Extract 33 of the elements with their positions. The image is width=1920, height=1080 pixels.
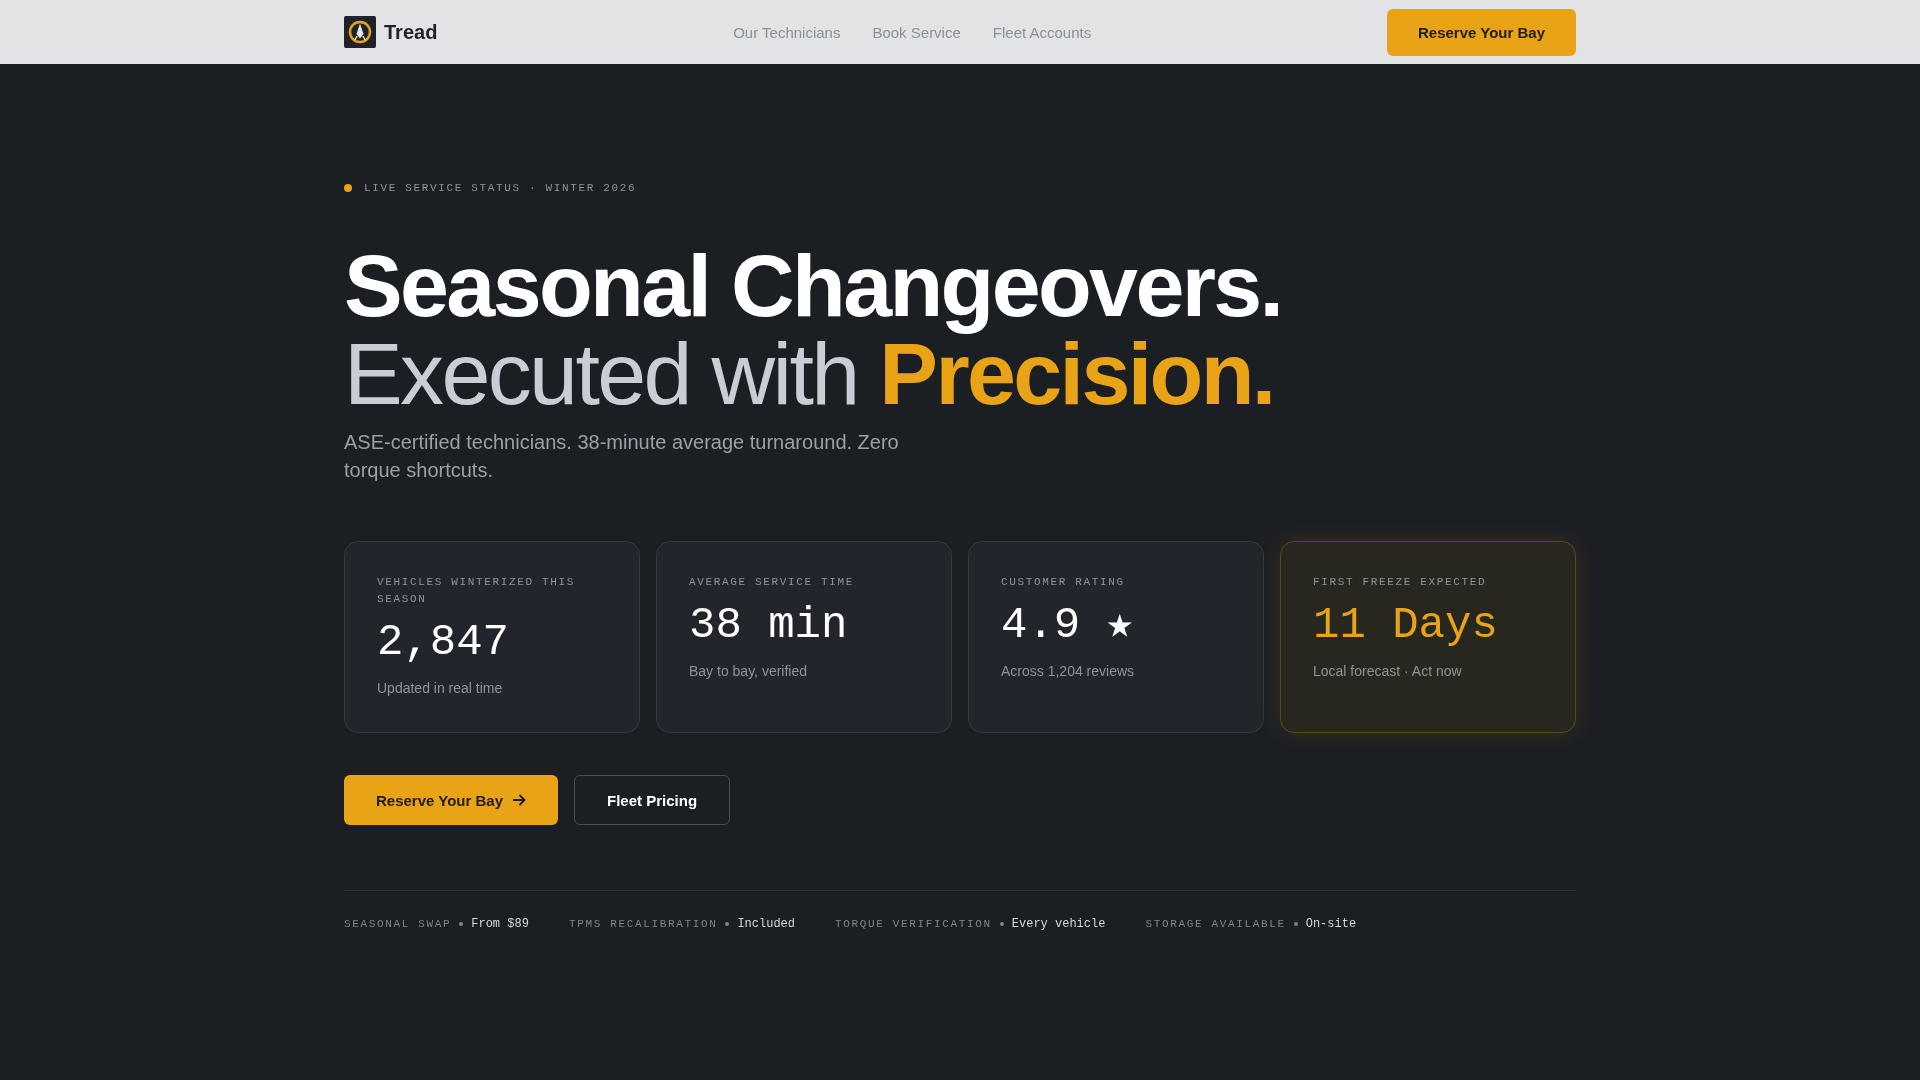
status-label: LIVE SERVICE STATUS · WINTER 2026 [364, 181, 637, 196]
feature-label: STORAGE AVAILABLE [1145, 917, 1286, 933]
dot-icon [1293, 922, 1298, 927]
stat-label: AVERAGE SERVICE TIME [689, 575, 856, 590]
feature-value: On-site [1305, 916, 1357, 933]
arrow-right-icon [513, 794, 527, 807]
stat-note: Bay to bay, verified [689, 662, 809, 682]
stat-value: 38 min [689, 601, 849, 650]
stat-value: 2,847 [377, 618, 511, 667]
feature-value: From $89 [471, 916, 529, 933]
brand-name: Tread [384, 20, 438, 44]
feature-label: TORQUE VERIFICATION [835, 917, 992, 933]
stat-note: Across 1,204 reviews [1001, 662, 1136, 682]
dot-icon [459, 922, 464, 927]
dot-icon [999, 922, 1004, 927]
status-dot-icon [344, 184, 352, 192]
reserve-button[interactable]: Reserve Your Bay [1386, 8, 1576, 56]
stat-label: VEHICLES WINTERIZED THIS SEASON [377, 575, 577, 607]
stat-value: 4.9 ★ [1001, 601, 1135, 650]
logo-icon [344, 16, 376, 48]
stat-label: CUSTOMER RATING [1001, 575, 1126, 590]
hero-subtitle: ASE-certified technicians. 38-minute average turnaround. Zero torque shortcuts. [344, 430, 900, 483]
stat-note: Updated in real time [377, 679, 504, 699]
feature-label: SEASONAL SWAP [344, 917, 452, 933]
fleet-pricing-button[interactable]: Fleet Pricing [574, 775, 731, 826]
stat-label: FIRST FREEZE EXPECTED [1313, 575, 1488, 590]
reserve-button[interactable]: Reserve Your Bay [344, 775, 559, 826]
stat-note: Local forecast · Act now [1313, 662, 1463, 682]
feature-value: Every vehicle [1011, 916, 1106, 933]
feature-label: TPMS RECALIBRATION [568, 917, 718, 933]
feature-value: Included [737, 916, 795, 933]
stat-value: 11 Days [1313, 601, 1499, 650]
dot-icon [725, 922, 730, 927]
